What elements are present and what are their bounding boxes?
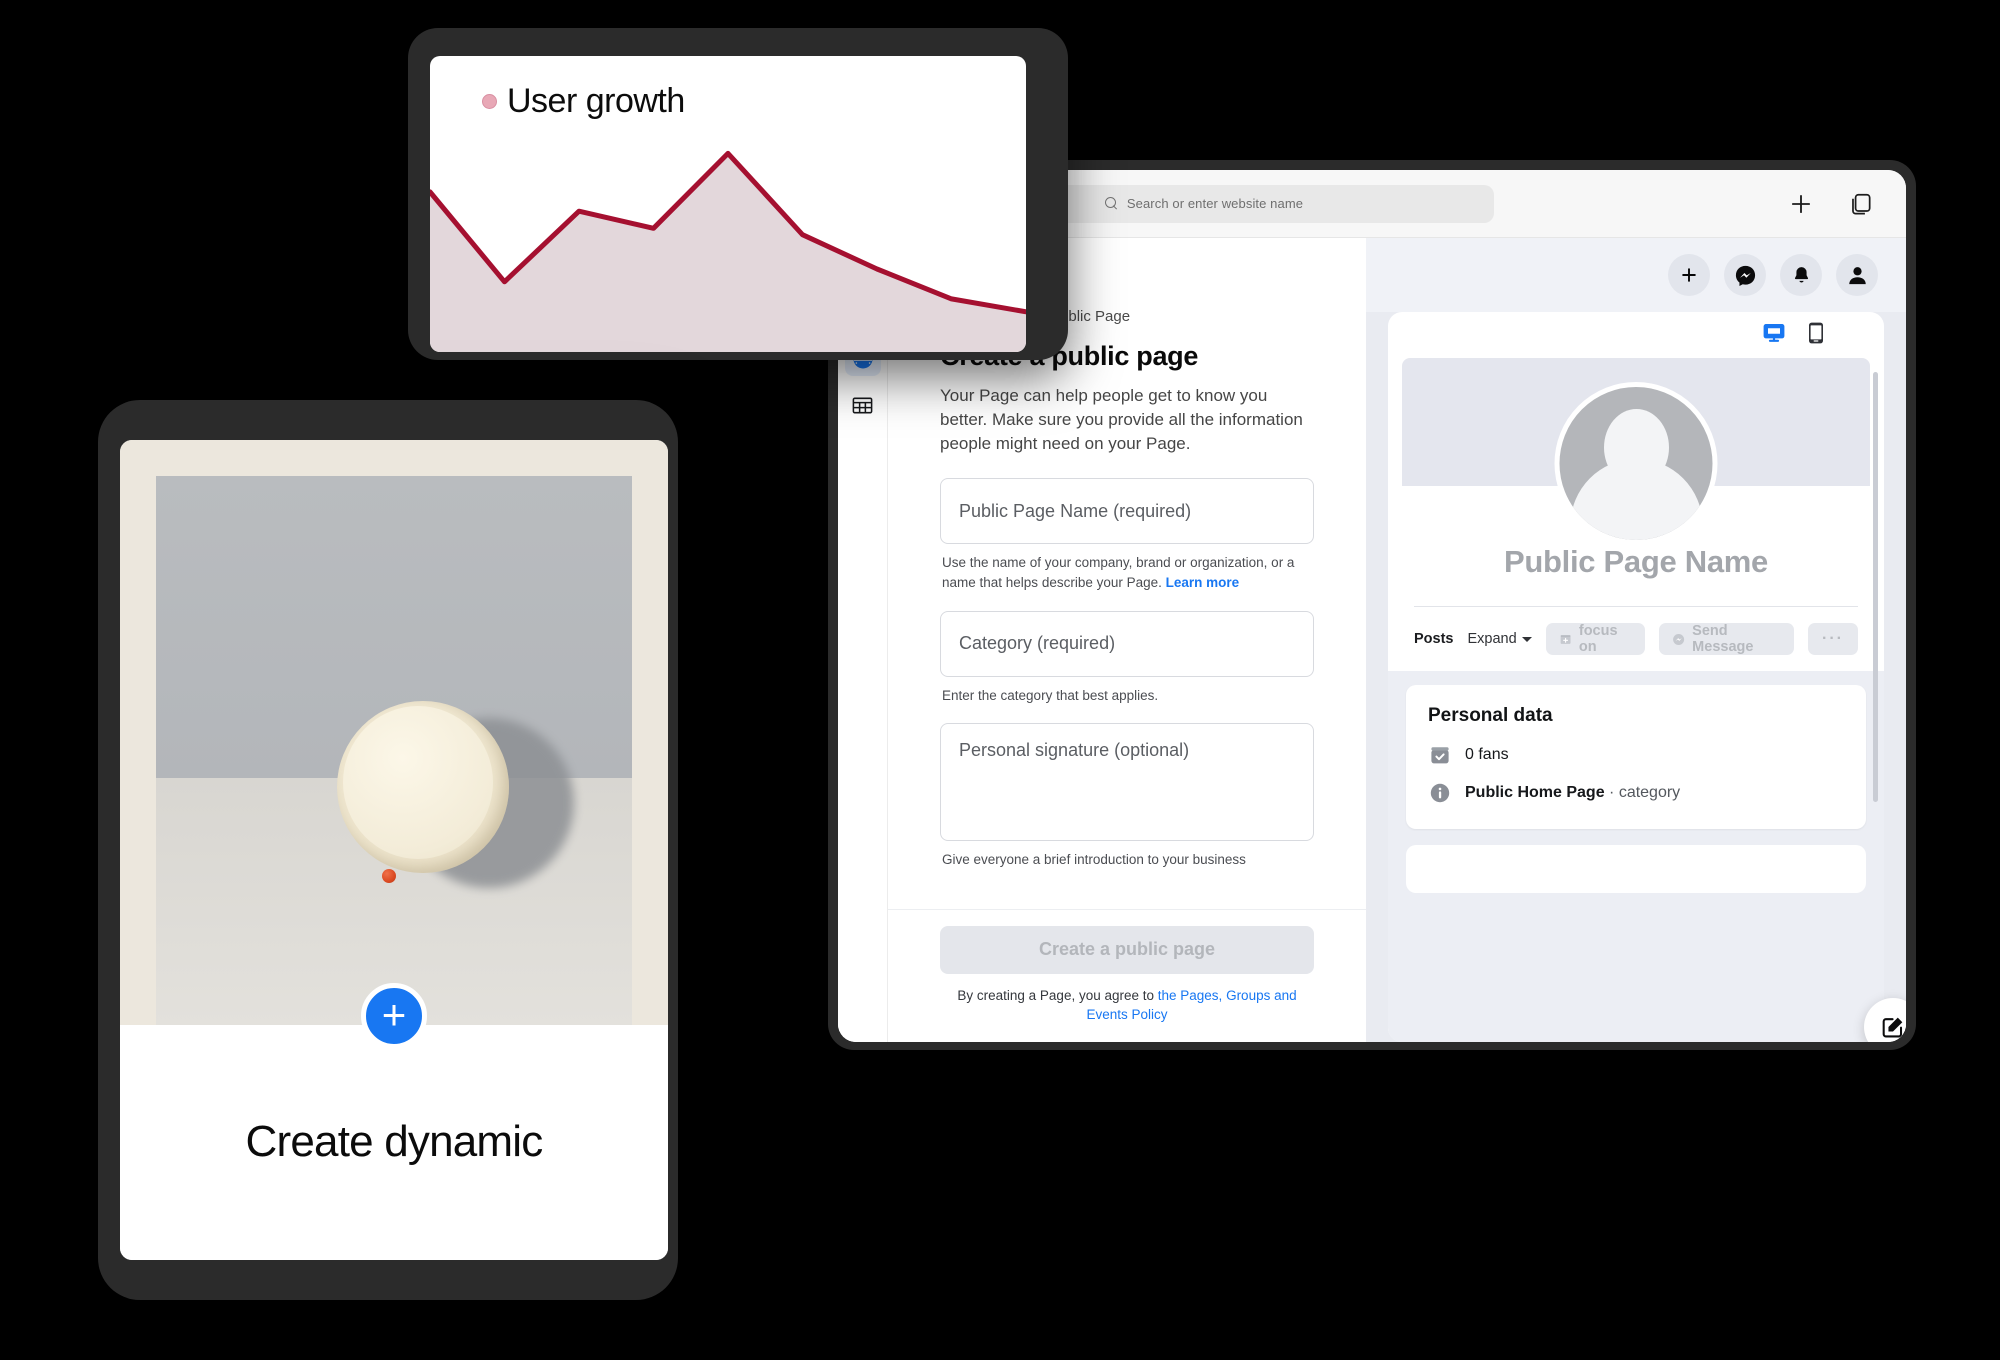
- screenshot-root: Search or enter website name Public Page…: [0, 0, 2000, 1360]
- avatar[interactable]: [1554, 382, 1718, 545]
- page-category-suffix: · category: [1604, 784, 1681, 801]
- category-input[interactable]: Category (required): [940, 610, 1314, 677]
- fans-count: 0 fans: [1465, 746, 1509, 763]
- photo-mat: [120, 440, 668, 1025]
- signature-helper: Give everyone a brief introduction to yo…: [942, 852, 1246, 868]
- photo-widget-frame: + Create dynamic: [98, 400, 678, 1300]
- signature-placeholder: Personal signature (optional): [959, 740, 1190, 761]
- photo-image: [156, 476, 632, 1025]
- focus-on-button[interactable]: focus on: [1545, 623, 1645, 655]
- new-tab-icon[interactable]: [1786, 189, 1816, 219]
- form-footer: Create a public page By creating a Page,…: [888, 908, 1366, 1042]
- account-button[interactable]: [1836, 254, 1878, 296]
- search-icon: [1104, 197, 1118, 210]
- chevron-down-icon: [1521, 636, 1532, 642]
- page-preview-panel: Public Page Name Posts Expand focus on S…: [1366, 238, 1906, 1042]
- bell-icon: [1794, 266, 1808, 282]
- page-category-name: Public Home Page: [1465, 784, 1605, 801]
- verified-box-icon: [1431, 747, 1449, 764]
- category-helper: Enter the category that best applies.: [942, 687, 1159, 703]
- address-bar-placeholder: Search or enter website name: [1126, 196, 1304, 211]
- learn-more-link[interactable]: Learn more: [1166, 575, 1240, 590]
- add-media-button[interactable]: +: [361, 983, 427, 1049]
- table-grid-icon: [852, 397, 873, 413]
- create-dynamic-card: + Create dynamic: [120, 440, 668, 1260]
- create-menu-button[interactable]: [1668, 254, 1710, 296]
- avatar-body: [1570, 459, 1702, 540]
- list-item: 0 fans: [1428, 743, 1844, 767]
- messenger-small-icon: [1673, 633, 1685, 645]
- desktop-view-toggle[interactable]: [1762, 321, 1786, 350]
- page-description: Your Page can help people get to know yo…: [940, 386, 1303, 454]
- page-name-placeholder: Public Page Name (required): [959, 500, 1192, 521]
- secondary-card-placeholder: [1406, 845, 1866, 893]
- chart-widget-frame: User growth: [408, 28, 1068, 360]
- list-item: Public Home Page · category: [1428, 781, 1844, 805]
- preview-feed-panel: Personal data 0 fans Public Home Page · …: [1388, 671, 1884, 1042]
- edit-pencil-icon: [1882, 1017, 1903, 1038]
- page-preview-card: Public Page Name Posts Expand focus on S…: [1388, 358, 1884, 1042]
- sidebar-item-table[interactable]: [845, 388, 881, 422]
- add-box-icon: [1560, 634, 1571, 644]
- info-icon: [1430, 783, 1450, 803]
- personal-data-title: Personal data: [1428, 705, 1553, 726]
- preview-page-name: Public Page Name: [1504, 544, 1768, 579]
- user-growth-area-chart: [430, 150, 1026, 352]
- account-avatar-icon: [1848, 266, 1866, 284]
- create-page-button[interactable]: Create a public page: [940, 925, 1314, 974]
- notifications-button[interactable]: [1780, 254, 1822, 296]
- expand-label: Expand: [1467, 631, 1517, 647]
- messenger-button[interactable]: [1724, 254, 1766, 296]
- send-message-label: Send Message: [1692, 623, 1754, 655]
- mobile-view-toggle[interactable]: [1806, 321, 1826, 350]
- photo-card-footer: + Create dynamic: [120, 983, 668, 1260]
- show-tabs-icon[interactable]: [1846, 189, 1876, 219]
- expand-dropdown[interactable]: Expand: [1468, 631, 1532, 647]
- page-name-input[interactable]: Public Page Name (required): [940, 478, 1314, 545]
- legend-dot-icon: [482, 94, 497, 109]
- page-category-row: Public Home Page · category: [1465, 784, 1680, 802]
- desktop-icon: [1763, 323, 1785, 342]
- send-message-button[interactable]: Send Message: [1658, 623, 1795, 655]
- personal-data-card: Personal data 0 fans Public Home Page · …: [1406, 685, 1866, 829]
- tab-posts[interactable]: Posts: [1414, 631, 1454, 647]
- mobile-icon: [1809, 322, 1823, 343]
- chart-title: User growth: [507, 82, 685, 120]
- legal-text: By creating a Page, you agree to the Pag…: [940, 986, 1314, 1024]
- signature-input[interactable]: Personal signature (optional): [940, 723, 1314, 842]
- plus-icon: [1682, 268, 1696, 282]
- page-name-helper-text: Use the name of your company, brand or o…: [942, 555, 1295, 590]
- messenger-icon: [1735, 265, 1755, 286]
- user-growth-chart-card: User growth: [430, 56, 1026, 352]
- browser-toolbar-actions: [1786, 189, 1882, 219]
- preview-scrollbar[interactable]: [1873, 372, 1878, 802]
- focus-on-label: focus on: [1578, 623, 1618, 655]
- preview-top-actions: [1366, 238, 1906, 312]
- preview-action-row: Posts Expand focus on Send Message ···: [1388, 607, 1884, 655]
- chart-legend: User growth: [430, 56, 1026, 121]
- device-toggle-row: [1388, 312, 1884, 358]
- more-options-button[interactable]: ···: [1808, 623, 1858, 655]
- legal-prefix: By creating a Page, you agree to: [957, 987, 1158, 1003]
- category-placeholder: Category (required): [959, 633, 1116, 653]
- bowl-object: [336, 701, 509, 874]
- page-name-helper: Use the name of your company, brand or o…: [942, 553, 1312, 592]
- berry-object: [382, 868, 397, 883]
